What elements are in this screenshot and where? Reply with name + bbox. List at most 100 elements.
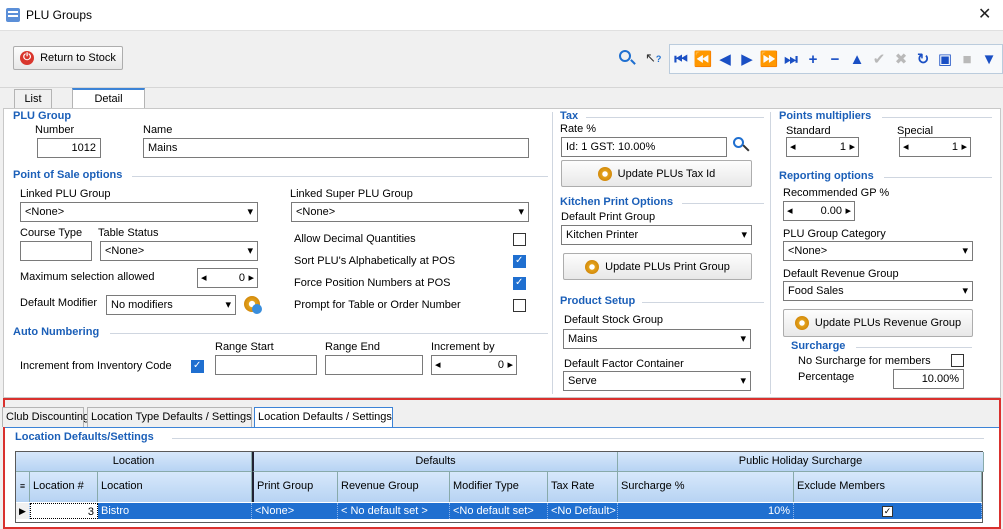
standard-label: Standard [786, 125, 831, 137]
cell-location[interactable]: Bistro [98, 503, 252, 519]
tab-location-type-defaults[interactable]: Location Type Defaults / Settings [87, 407, 252, 427]
col-location[interactable]: Location [98, 472, 252, 502]
delete-icon[interactable]: − [824, 51, 846, 68]
range-start-label: Range Start [215, 341, 274, 353]
update-tax-button[interactable]: Update PLUs Tax Id [561, 160, 752, 187]
cell-location-num[interactable]: 3 [30, 503, 98, 519]
prompt-table-label: Prompt for Table or Order Number [294, 299, 461, 311]
exclude-members-checkbox[interactable]: ✓ [882, 505, 893, 517]
filter-icon[interactable]: ▼ [978, 51, 1000, 68]
col-location-num[interactable]: Location # [30, 472, 98, 502]
range-start-field[interactable] [215, 355, 317, 375]
cell-surcharge[interactable]: 10% [618, 503, 794, 519]
divider [172, 438, 984, 439]
location-defaults-header: Location Defaults/Settings [15, 431, 154, 443]
name-field[interactable]: Mains [143, 138, 529, 158]
force-position-checkbox[interactable] [513, 277, 526, 290]
cell-print-group[interactable]: <None> [252, 503, 338, 519]
update-revenue-button[interactable]: Update PLUs Revenue Group [783, 309, 973, 337]
special-spinner[interactable]: 1 [899, 137, 971, 157]
default-modifier-select[interactable]: No modifiers [106, 295, 236, 315]
settings-gear-icon[interactable] [244, 296, 262, 314]
update-print-group-button[interactable]: Update PLUs Print Group [563, 253, 752, 280]
number-field[interactable]: 1012 [37, 138, 101, 158]
cell-tax-rate[interactable]: <No Default> [548, 503, 618, 519]
prev-record-icon[interactable]: ◀ [714, 50, 736, 68]
cell-modifier-type[interactable]: <No default set> [450, 503, 548, 519]
cell-revenue-group[interactable]: < No default set > [338, 503, 450, 519]
last-record-icon[interactable]: ⏭ [780, 51, 802, 68]
prev-page-icon[interactable]: ⏪ [692, 50, 714, 68]
location-grid[interactable]: Location Defaults Public Holiday Surchar… [15, 451, 984, 523]
points-header: Points multipliers [779, 110, 872, 122]
no-surcharge-checkbox[interactable] [951, 354, 964, 367]
allow-decimal-checkbox[interactable] [513, 233, 526, 246]
tax-lookup-icon[interactable] [733, 137, 751, 155]
standard-spinner[interactable]: 1 [786, 137, 859, 157]
col-exclude-members[interactable]: Exclude Members [794, 472, 982, 502]
cell-exclude-members[interactable]: ✓ [794, 503, 982, 519]
edit-icon[interactable]: ▲ [846, 51, 868, 68]
max-selection-spinner[interactable]: 0 [197, 268, 258, 288]
revenue-select[interactable]: Food Sales [783, 281, 973, 301]
prompt-table-checkbox[interactable] [513, 299, 526, 312]
special-label: Special [897, 125, 934, 137]
stock-group-label: Default Stock Group [564, 314, 664, 326]
tab-list[interactable]: List [14, 89, 52, 108]
linked-super-select[interactable]: <None> [291, 202, 529, 222]
factor-select[interactable]: Serve [563, 371, 751, 391]
bookmark-icon[interactable]: ▣ [934, 50, 956, 68]
col-modifier-type[interactable]: Modifier Type [450, 472, 548, 502]
pointer-help-icon[interactable]: ↖? [645, 50, 663, 66]
row-indicator-header: ≡ [16, 472, 30, 502]
no-surcharge-label: No Surcharge for members [798, 355, 931, 367]
gp-spinner[interactable]: 0.00 [783, 201, 855, 221]
category-label: PLU Group Category [783, 228, 886, 240]
table-row[interactable]: ▶ 3 Bistro <None> < No default set > <No… [16, 503, 982, 519]
cancel-icon[interactable]: ✖ [890, 50, 912, 68]
close-icon[interactable]: ✕ [978, 4, 991, 24]
category-select[interactable]: <None> [783, 241, 973, 261]
increment-by-label: Increment by [431, 341, 495, 353]
update-revenue-label: Update PLUs Revenue Group [814, 317, 962, 329]
reporting-header: Reporting options [779, 170, 874, 182]
next-record-icon[interactable]: ▶ [736, 50, 758, 68]
linked-plu-label: Linked PLU Group [20, 188, 111, 200]
tab-club-discounting[interactable]: Club Discounting [2, 407, 89, 427]
number-label: Number [35, 124, 75, 136]
print-group-select[interactable]: Kitchen Printer [561, 225, 752, 245]
col-print-group[interactable]: Print Group [252, 472, 338, 502]
add-icon[interactable]: + [802, 51, 824, 68]
gear-icon [597, 166, 612, 181]
tax-rate-field[interactable]: Id: 1 GST: 10.00% [561, 137, 727, 157]
percentage-label: Percentage [798, 371, 855, 383]
col-revenue-group[interactable]: Revenue Group [338, 472, 450, 502]
linked-super-label: Linked Super PLU Group [290, 188, 413, 200]
divider [586, 117, 764, 118]
tab-location-defaults[interactable]: Location Defaults / Settings [254, 407, 393, 427]
range-end-field[interactable] [325, 355, 423, 375]
percentage-field[interactable]: 10.00% [893, 369, 964, 389]
post-icon[interactable]: ✔ [868, 50, 890, 68]
next-page-icon[interactable]: ⏩ [758, 50, 780, 68]
search-icon[interactable] [619, 50, 636, 66]
increment-inventory-label: Increment from Inventory Code [20, 360, 172, 372]
col-tax-rate[interactable]: Tax Rate [548, 472, 618, 502]
first-record-icon[interactable]: ⏮ [670, 51, 692, 68]
revenue-label: Default Revenue Group [783, 268, 899, 280]
surcharge-header: Surcharge [791, 340, 846, 352]
return-to-stock-button[interactable]: ⏻ Return to Stock [13, 46, 123, 70]
sort-alpha-checkbox[interactable] [513, 255, 526, 268]
tab-detail[interactable]: Detail [72, 88, 145, 108]
allow-decimal-label: Allow Decimal Quantities [294, 233, 416, 245]
linked-plu-select[interactable]: <None> [20, 202, 258, 222]
col-surcharge[interactable]: Surcharge % [618, 472, 794, 502]
course-type-field[interactable] [20, 241, 92, 261]
force-position-label: Force Position Numbers at POS [294, 277, 451, 289]
table-status-select[interactable]: <None> [100, 241, 258, 261]
stock-group-select[interactable]: Mains [563, 329, 751, 349]
increment-inventory-checkbox[interactable] [191, 360, 204, 373]
refresh-icon[interactable]: ↻ [912, 50, 934, 68]
goto-bookmark-icon[interactable]: ■ [956, 51, 978, 68]
increment-by-spinner[interactable]: 0 [431, 355, 517, 375]
